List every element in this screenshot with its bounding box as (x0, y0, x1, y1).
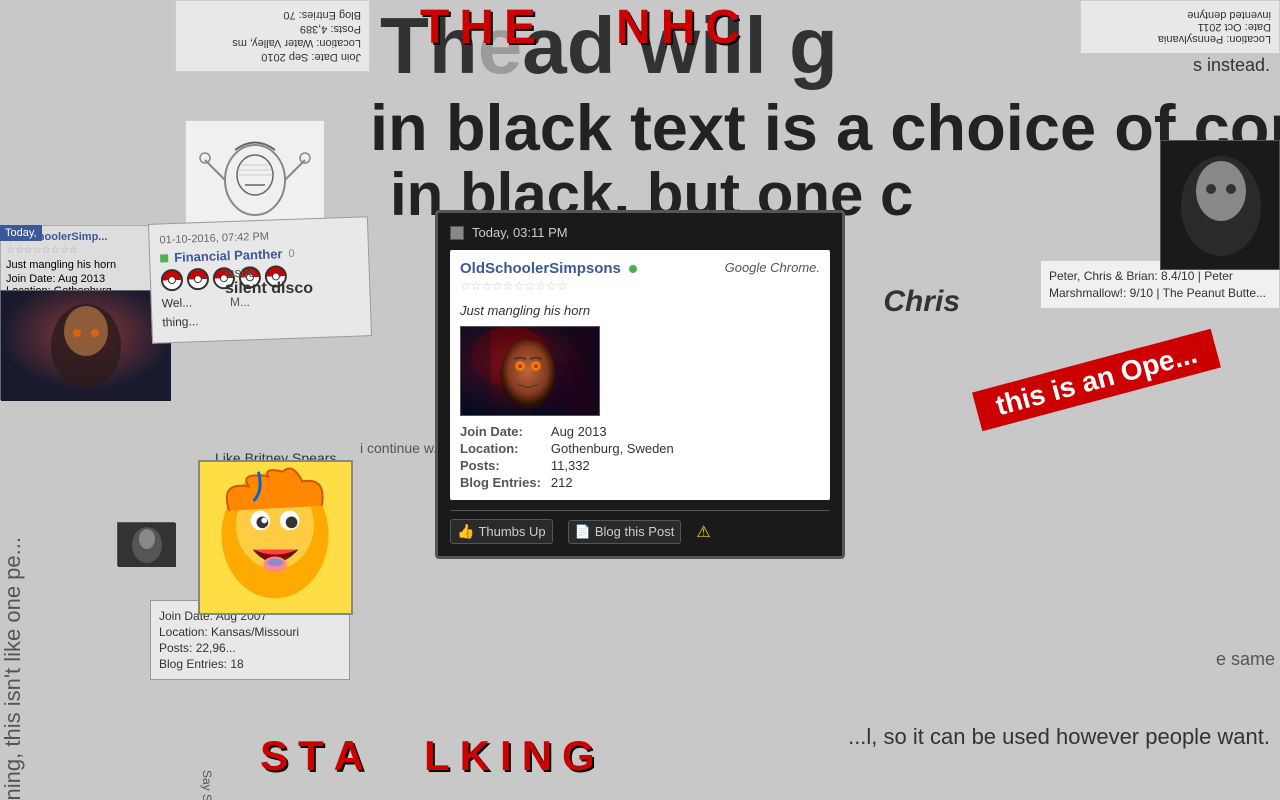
bottom-right-text2: e same (1216, 649, 1275, 670)
chris-text: Chris (883, 285, 960, 319)
simpsons-character (198, 460, 353, 615)
letter-C: C (705, 0, 740, 55)
bottom-right-text: ...l, so it can be used however people w… (848, 724, 1270, 750)
pokeball-2 (187, 268, 210, 291)
upside-posts: Posts: 4,389 (184, 23, 361, 35)
red-banner: this is an Ope... (972, 329, 1221, 432)
portrait-svg (1, 291, 171, 401)
pokeball-1 (161, 269, 184, 292)
letter-K: K (460, 732, 490, 780)
blog-entries-label: Blog Entries: (460, 475, 541, 490)
top-right-snippet-2: s instead. (1193, 55, 1270, 76)
thumbs-up-label: Thumbs Up (478, 524, 545, 539)
letter-S: S (260, 732, 288, 780)
popup-username[interactable]: OldSchoolerSimpsons (460, 260, 621, 277)
today-badge: Today, (0, 225, 42, 241)
upside-join-date: Sep 2010 (261, 51, 308, 63)
location-label: Location: (460, 441, 541, 456)
fp-username: Financial Panther (174, 246, 283, 265)
rup-location: Location: Pennsylvania (1089, 33, 1271, 45)
avatar-svg (461, 326, 599, 416)
thumb-svg (118, 523, 176, 567)
titlebar-icon (450, 226, 464, 240)
letter-H: H (459, 0, 494, 55)
letter-G: G (562, 732, 595, 780)
blp-location: Location: Kansas/Missouri (159, 625, 341, 639)
right-upside-panel: Location: Pennsylvania Date: Oct 2011 in… (1080, 0, 1280, 54)
dancing-letters-top: T H E N H C (420, 0, 740, 55)
upside-join-label: Join Date: Sep 2010 (184, 51, 361, 63)
popup-online-dot (629, 265, 637, 273)
dancing-letters-bottom: S T A L K I N G (260, 732, 595, 780)
fp-thing-text: thing... (162, 309, 360, 330)
blog-this-post-button[interactable]: 📄 Blog this Post (568, 520, 682, 544)
popup-footer: 👍 Thumbs Up 📄 Blog this Post ⚠ (450, 510, 830, 544)
letter-I: I (500, 732, 512, 780)
blp-blog: Blog Entries: 18 (159, 657, 341, 671)
thumbs-up-button[interactable]: 👍 Thumbs Up (450, 519, 553, 544)
popup-status: Just mangling his horn (460, 303, 820, 318)
simpsons-svg (200, 460, 351, 615)
popup-titlebar: Today, 03:11 PM (450, 225, 830, 240)
fp-online-indicator (160, 254, 168, 262)
upside-down-panel: Join Date: Sep 2010 Location: Water Vall… (175, 0, 370, 72)
letter-T2: T (298, 732, 324, 780)
right-portrait-svg (1161, 141, 1280, 270)
main-popup: Today, 03:11 PM OldSchoolerSimpsons ☆☆☆☆… (435, 210, 845, 559)
google-chrome-label: Google Chrome. (725, 260, 820, 275)
fp-badge: 0 (288, 247, 295, 259)
blp-posts: Posts: 22,96... (159, 641, 341, 655)
letter-N: N (616, 0, 651, 55)
upside-location: Location: Water Valley, ms (184, 37, 361, 49)
rup-date: Date: Oct 2011 (1089, 21, 1271, 33)
say-so-text: Say So (200, 770, 214, 800)
popup-header-row: OldSchoolerSimpsons ☆☆☆☆☆☆☆☆☆☆ Google Ch… (460, 260, 820, 299)
upside-blog-entries: Blog Entries: 70 (184, 9, 361, 21)
thumbs-up-icon: 👍 (457, 523, 474, 540)
blog-post-label: Blog this Post (595, 524, 675, 539)
letter-A: A (334, 732, 364, 780)
popup-content: OldSchoolerSimpsons ☆☆☆☆☆☆☆☆☆☆ Google Ch… (450, 250, 830, 500)
left-vertical-text: ning, this isn't like one pe... (0, 537, 60, 800)
small-thumbnail (117, 522, 175, 566)
popup-username-row: OldSchoolerSimpsons (460, 260, 637, 277)
blog-entries-value: 212 (551, 475, 820, 490)
letter-H2: H (661, 0, 696, 55)
popup-info-table: Join Date: Aug 2013 Location: Gothenburg… (460, 424, 820, 490)
letter-E: E (504, 0, 536, 55)
continue-text: i continue w... (360, 440, 445, 456)
posts-value: 11,332 (551, 458, 820, 473)
right-portrait (1160, 140, 1280, 270)
portrait-topleft (0, 290, 170, 400)
bg-heading-2: in black text is a choice of comfort (370, 90, 1280, 165)
ratings-line-1: Peter, Chris & Brian: 8.4/10 | Peter (1049, 269, 1271, 283)
join-date-label: Join Date: (460, 424, 541, 439)
location-value: Gothenburg, Sweden (551, 441, 820, 456)
rup-invented: invented dentyne (1089, 9, 1271, 21)
letter-T: T (420, 0, 449, 55)
popup-avatar (460, 326, 600, 416)
letter-N: N (522, 732, 552, 780)
warning-icon[interactable]: ⚠ (696, 522, 710, 542)
popup-stars: ☆☆☆☆☆☆☆☆☆☆ (460, 279, 637, 293)
letter-L: L (424, 732, 450, 780)
ratings-line-2: Marshmallow!: 9/10 | The Peanut Butte... (1049, 286, 1271, 300)
blog-icon: 📄 (575, 524, 591, 540)
sidebar-issue-text: issue (225, 265, 255, 280)
popup-time: Today, 03:11 PM (472, 225, 568, 240)
posts-label: Posts: (460, 458, 541, 473)
m-text: M... (230, 295, 250, 309)
join-date-value: Aug 2013 (551, 424, 820, 439)
popup-user-info: OldSchoolerSimpsons ☆☆☆☆☆☆☆☆☆☆ (460, 260, 637, 299)
